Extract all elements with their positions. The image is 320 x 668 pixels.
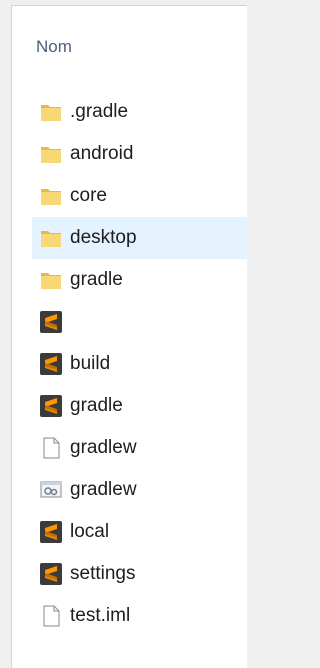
file-name: gradlew [70, 479, 137, 500]
folder-icon [40, 227, 62, 249]
sublime-file-icon [40, 563, 62, 585]
folder-icon [40, 143, 62, 165]
column-header-name[interactable]: Nom [36, 37, 72, 57]
file-row[interactable]: .gradle [32, 91, 248, 133]
file-row[interactable]: local [32, 511, 248, 553]
sublime-file-icon [40, 353, 62, 375]
file-row[interactable]: test.iml [32, 595, 248, 637]
file-name: gradle [70, 269, 123, 290]
sublime-file-icon [40, 521, 62, 543]
file-name: android [70, 143, 134, 164]
file-row[interactable]: gradle [32, 385, 248, 427]
sublime-file-icon [40, 395, 62, 417]
batch-file-icon [40, 479, 62, 501]
file-row[interactable]: core [32, 175, 248, 217]
file-row[interactable]: gradlew [32, 469, 248, 511]
file-row[interactable] [32, 301, 248, 343]
file-name: test.iml [70, 605, 131, 626]
file-name: .gradle [70, 101, 129, 122]
file-name: build [70, 353, 111, 374]
file-row[interactable]: android [32, 133, 248, 175]
file-name: core [70, 185, 107, 206]
sublime-file-icon [40, 311, 62, 333]
blank-file-icon [40, 437, 62, 459]
file-name: settings [70, 563, 136, 584]
file-explorer-window: Nom .gradle android core desktop gradle [11, 5, 248, 668]
file-name: gradlew [70, 437, 137, 458]
file-row[interactable]: gradle [32, 259, 248, 301]
folder-icon [40, 101, 62, 123]
file-row[interactable]: gradlew [32, 427, 248, 469]
file-row[interactable]: settings [32, 553, 248, 595]
file-name: local [70, 521, 110, 542]
file-row[interactable]: desktop [32, 217, 248, 259]
file-row[interactable]: build [32, 343, 248, 385]
folder-icon [40, 269, 62, 291]
file-name: desktop [70, 227, 137, 248]
blank-file-icon [40, 605, 62, 627]
folder-icon [40, 185, 62, 207]
file-name: gradle [70, 395, 123, 416]
file-list: .gradle android core desktop gradle buil… [32, 91, 248, 637]
